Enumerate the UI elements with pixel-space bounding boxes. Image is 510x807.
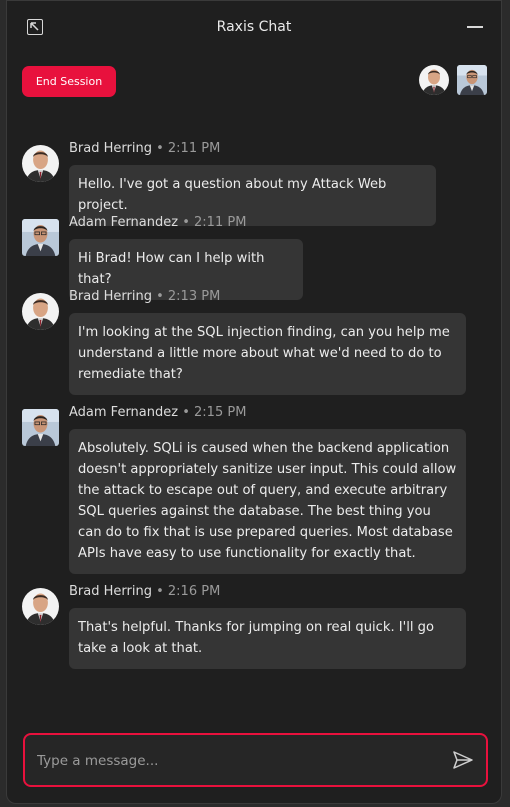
send-icon[interactable] [452, 750, 474, 770]
message-meta: Adam Fernandez • 2:11 PM [69, 215, 246, 230]
message-meta: Brad Herring • 2:11 PM [69, 141, 220, 156]
author-name: Brad Herring [69, 141, 152, 156]
chat-window: Raxis Chat End Session Brad Herring • 2:… [6, 0, 502, 804]
timestamp: 2:13 PM [167, 289, 221, 304]
author-name: Adam Fernandez [69, 215, 179, 230]
avatar [22, 409, 59, 446]
avatar [22, 145, 59, 182]
meta-separator: • [182, 215, 190, 230]
meta-separator: • [182, 405, 190, 420]
message-bubble: Absolutely. SQLi is caused when the back… [69, 429, 466, 574]
meta-separator: • [156, 289, 164, 304]
message-bubble: That's helpful. Thanks for jumping on re… [69, 608, 466, 669]
author-name: Brad Herring [69, 584, 152, 599]
timestamp: 2:11 PM [167, 141, 221, 156]
avatar [22, 588, 59, 625]
timestamp: 2:15 PM [194, 405, 247, 420]
minimize-icon[interactable] [467, 26, 483, 28]
author-name: Adam Fernandez [69, 405, 179, 420]
window-title: Raxis Chat [216, 19, 292, 35]
timestamp: 2:16 PM [167, 584, 221, 599]
meta-separator: • [156, 141, 164, 156]
author-name: Brad Herring [69, 289, 152, 304]
message-meta: Brad Herring • 2:13 PM [69, 289, 220, 304]
participants [419, 65, 487, 95]
end-session-button[interactable]: End Session [22, 66, 116, 97]
title-bar: Raxis Chat [7, 1, 501, 53]
message-input[interactable] [35, 749, 439, 773]
participant-avatar[interactable] [419, 65, 449, 95]
timestamp: 2:11 PM [194, 215, 247, 230]
message-meta: Adam Fernandez • 2:15 PM [69, 405, 246, 420]
avatar [22, 293, 59, 330]
message-composer [23, 733, 488, 787]
message-meta: Brad Herring • 2:16 PM [69, 584, 220, 599]
meta-separator: • [156, 584, 164, 599]
participant-avatar[interactable] [457, 65, 487, 95]
message-bubble: I'm looking at the SQL injection finding… [69, 313, 466, 395]
avatar [22, 219, 59, 256]
